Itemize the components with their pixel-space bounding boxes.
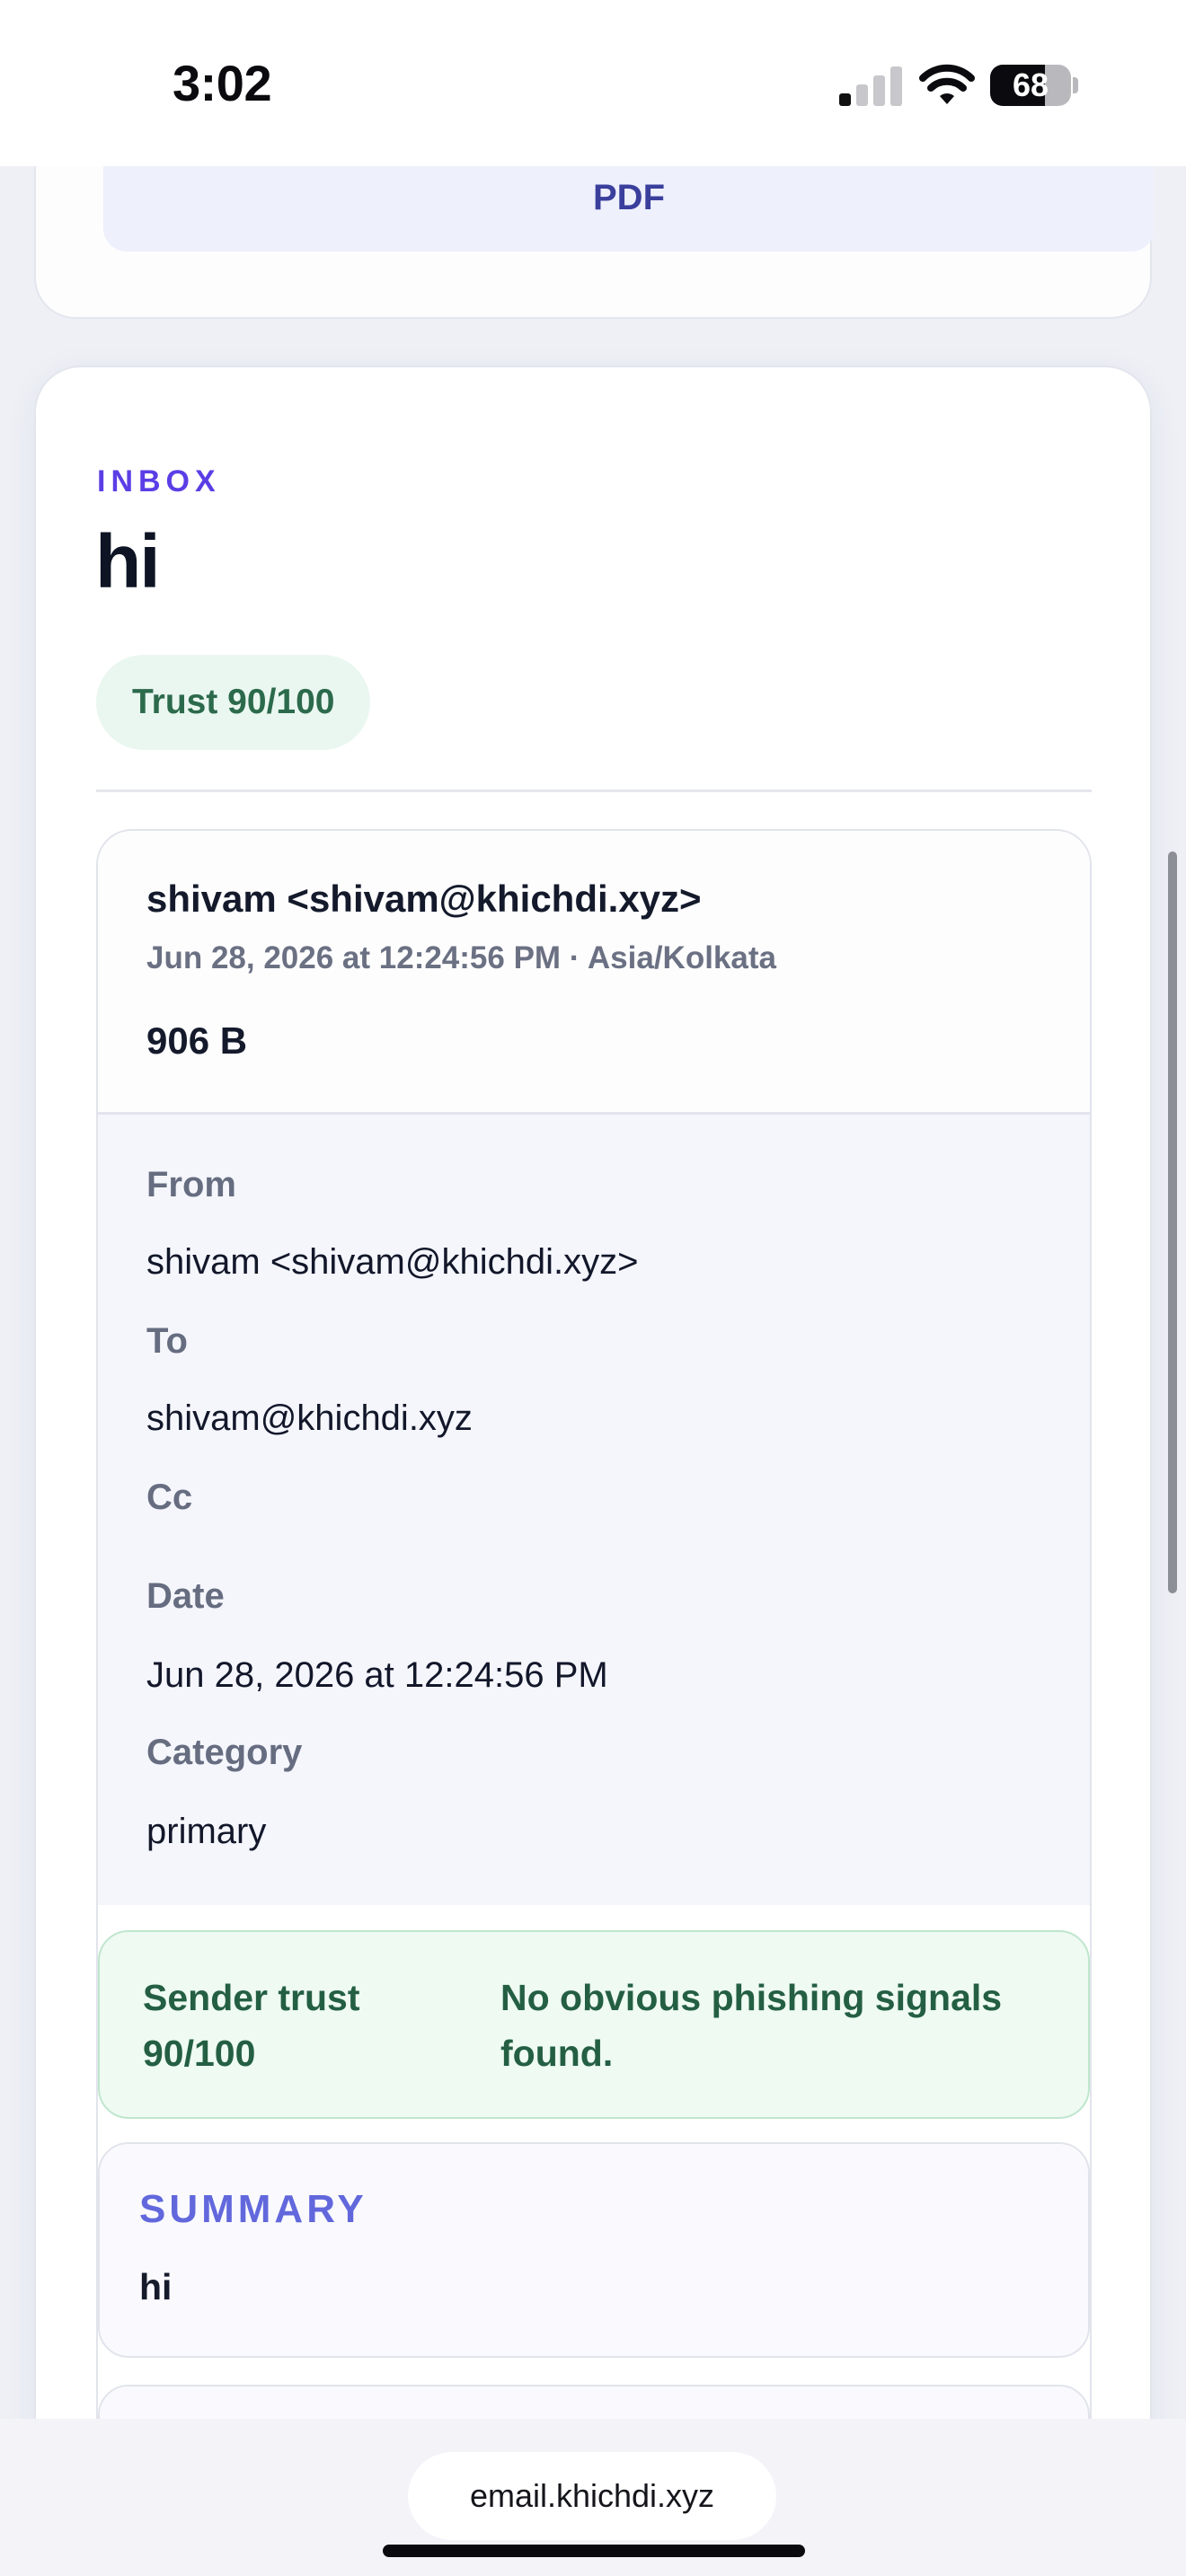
from-label: From (146, 1165, 236, 1204)
sender-name: shivam <shivam@khichdi.xyz> (146, 878, 702, 920)
trust-badge: Trust 90/100 (96, 655, 371, 750)
sender-trust-panel: Sender trust 90/100 No obvious phishing … (98, 1930, 1090, 2119)
category-label: Category (146, 1733, 303, 1772)
message-details: shivam <shivam@khichdi.xyz> Jun 28, 2026… (96, 829, 1092, 2419)
cellular-signal-icon (839, 65, 902, 106)
to-value: shivam@khichdi.xyz (146, 1398, 473, 1438)
wifi-icon (919, 64, 975, 104)
summary-panel: SUMMARY hi (98, 2142, 1090, 2358)
sender-trust-score: Sender trust 90/100 (143, 1977, 360, 2074)
date-label: Date (146, 1576, 225, 1616)
date-value: Jun 28, 2026 at 12:24:56 PM (146, 1655, 608, 1695)
from-value: shivam <shivam@khichdi.xyz> (146, 1242, 639, 1282)
next-panel (98, 2385, 1090, 2419)
summary-text: hi (139, 2266, 173, 2307)
battery-icon: 68 (990, 65, 1071, 106)
browser-bottom-bar: email.khichdi.xyz (0, 2419, 1186, 2576)
to-label: To (146, 1321, 188, 1361)
divider (96, 790, 1092, 792)
cc-label: Cc (146, 1478, 193, 1517)
mailbox-label: INBOX (97, 464, 221, 498)
home-indicator[interactable] (383, 2545, 805, 2557)
status-bar: 3:02 68 (0, 0, 1186, 166)
pdf-button[interactable]: PDF (103, 166, 1155, 251)
actions-card: PDF (34, 166, 1155, 319)
status-time: 3:02 (173, 55, 272, 111)
email-subject: hi (95, 519, 161, 604)
message-date: Jun 28, 2026 at 12:24:56 PM · Asia/Kolka… (146, 940, 776, 975)
email-detail-view[interactable]: PDF INBOX hi Trust 90/100 shivam <shivam… (0, 166, 1186, 2419)
message-size: 906 B (146, 1019, 248, 1062)
phishing-check-message: No obvious phishing signals found. (500, 1977, 1003, 2074)
message-header[interactable]: shivam <shivam@khichdi.xyz> Jun 28, 2026… (98, 831, 1090, 1115)
header-fields: From shivam <shivam@khichdi.xyz> To shiv… (98, 1115, 1090, 1905)
battery-percent: 68 (1012, 66, 1049, 103)
category-value: primary (146, 1812, 267, 1851)
url-bar[interactable]: email.khichdi.xyz (408, 2452, 776, 2540)
email-card: INBOX hi Trust 90/100 shivam <shivam@khi… (34, 366, 1152, 2419)
battery-cap (1073, 77, 1078, 93)
scrollbar[interactable] (1168, 851, 1177, 1593)
summary-title: SUMMARY (139, 2187, 367, 2231)
